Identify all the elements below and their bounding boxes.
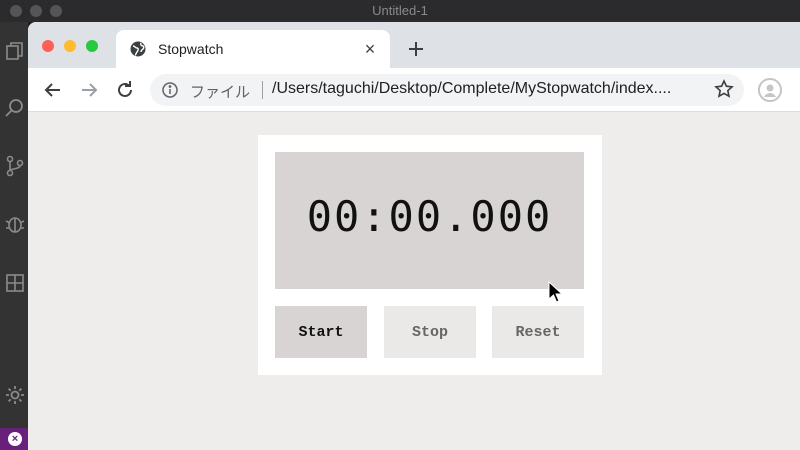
address-url[interactable]: /Users/taguchi/Desktop/Complete/MyStopwa… [272, 80, 671, 98]
stopwatch-time: 00:00.000 [306, 192, 553, 241]
browser-toolbar: ファイル /Users/taguchi/Desktop/Complete/MyS… [28, 68, 800, 112]
info-icon[interactable] [162, 82, 178, 98]
editor-status-bar: × [0, 428, 28, 450]
new-tab-icon[interactable] [406, 39, 426, 59]
forward-arrow-icon[interactable] [78, 79, 100, 101]
start-button[interactable]: Start [275, 306, 367, 358]
explorer-icon[interactable] [4, 40, 26, 62]
address-scheme-label: ファイル [190, 84, 251, 101]
gear-icon[interactable] [4, 384, 26, 406]
bookmark-star-icon[interactable] [714, 79, 734, 99]
error-status-icon[interactable]: × [8, 432, 22, 446]
source-control-icon[interactable] [4, 155, 26, 177]
globe-icon [130, 41, 146, 57]
editor-activity-bar [0, 22, 28, 450]
stop-button[interactable]: Stop [384, 306, 476, 358]
mouse-pointer-icon [548, 281, 564, 303]
window-close-button[interactable] [42, 40, 54, 52]
reset-button[interactable]: Reset [492, 306, 584, 358]
editor-titlebar: Untitled-1 [0, 0, 800, 22]
tab-title: Stopwatch [158, 41, 224, 57]
page-content: 00:00.000 Start Stop Reset [28, 113, 800, 450]
tab-strip: Stopwatch × [28, 22, 800, 68]
tab-stopwatch[interactable]: Stopwatch × [116, 30, 390, 68]
browser-window: Stopwatch × ファイル /Users/taguchi/Desktop/… [28, 22, 800, 450]
avatar-icon [758, 78, 782, 102]
extensions-icon[interactable] [4, 272, 26, 294]
reload-icon[interactable] [114, 79, 136, 101]
search-icon[interactable] [4, 97, 26, 119]
debug-icon[interactable] [4, 212, 26, 234]
address-bar[interactable]: ファイル /Users/taguchi/Desktop/Complete/MyS… [150, 74, 744, 106]
window-minimize-button[interactable] [64, 40, 76, 52]
back-arrow-icon[interactable] [42, 79, 64, 101]
tab-close-icon[interactable]: × [360, 39, 380, 59]
profile-avatar[interactable] [758, 78, 782, 102]
window-zoom-button[interactable] [86, 40, 98, 52]
stopwatch-display: 00:00.000 [275, 152, 584, 289]
stopwatch-card: 00:00.000 Start Stop Reset [258, 135, 602, 375]
address-separator [262, 81, 263, 99]
editor-window-title: Untitled-1 [372, 3, 428, 18]
